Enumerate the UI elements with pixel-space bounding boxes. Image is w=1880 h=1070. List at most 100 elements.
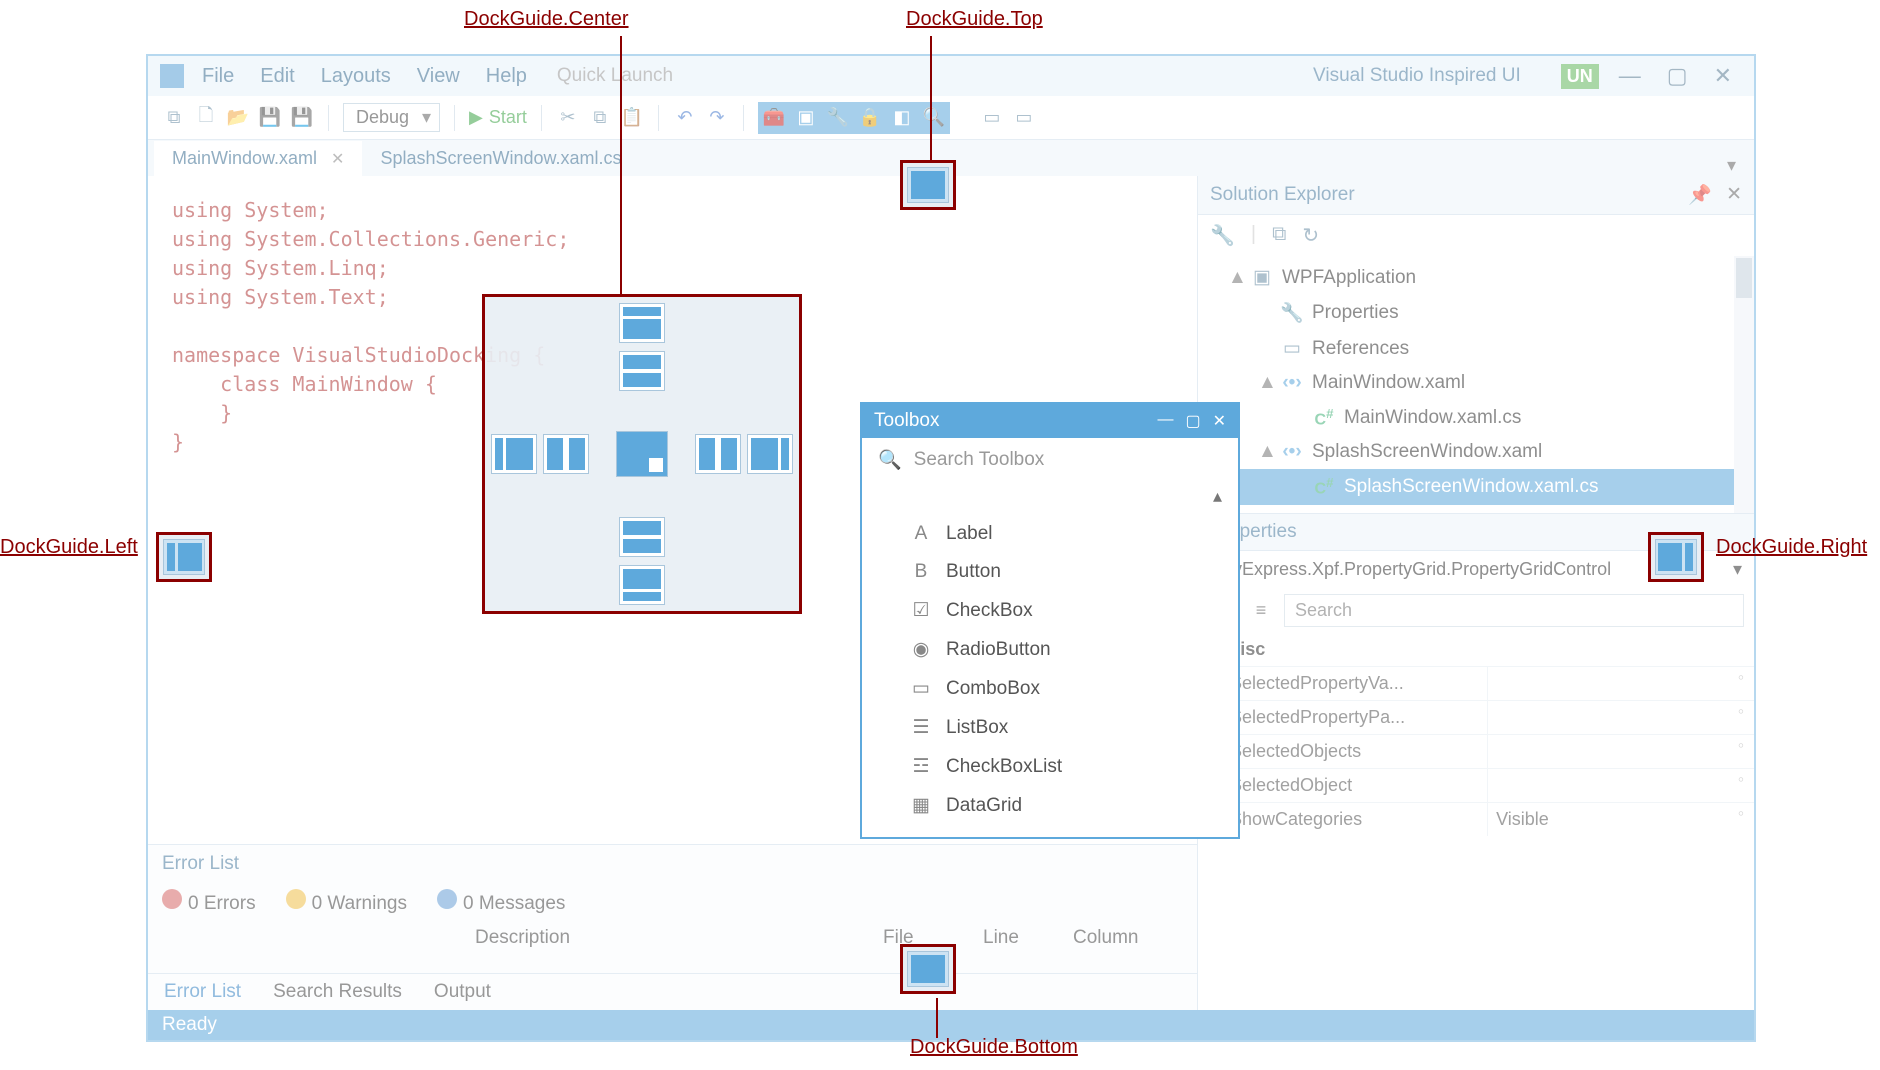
new-file-icon[interactable]: 🗋 <box>194 106 218 130</box>
menu-file[interactable]: File <box>202 65 234 88</box>
property-row[interactable]: ShowCategoriesVisible◦ <box>1198 802 1754 836</box>
type-dropdown-icon[interactable]: ▾ <box>1733 559 1742 580</box>
dock-guide-left[interactable] <box>156 532 212 582</box>
search-toggle-icon[interactable]: 🔍 <box>918 102 950 134</box>
tab-mainwindow[interactable]: MainWindow.xaml ✕ <box>154 141 362 176</box>
property-row[interactable]: SelectedPropertyPa...◦ <box>1198 700 1754 734</box>
paste-icon[interactable]: 📋 <box>620 106 644 130</box>
close-button[interactable]: ✕ <box>1714 63 1732 89</box>
config-combo[interactable]: Debug <box>343 103 440 132</box>
dock-guide-center[interactable] <box>482 294 802 614</box>
minimize-button[interactable]: — <box>1619 63 1641 89</box>
dock-hint-left-inner[interactable] <box>543 434 589 474</box>
property-row[interactable]: SelectedObjects◦ <box>1198 734 1754 768</box>
show-all-icon[interactable]: ⧉ <box>1272 223 1286 248</box>
save-all-icon[interactable]: 💾 <box>290 106 314 130</box>
menu-layouts[interactable]: Layouts <box>321 65 391 88</box>
alpha-view-icon[interactable]: ≡ <box>1246 595 1276 625</box>
dock-hint-bottom-outer[interactable] <box>619 565 665 605</box>
tree-node[interactable]: C#MainWindow.xaml.cs <box>1198 400 1754 435</box>
tree-node[interactable]: ▲▣WPFApplication <box>1198 260 1754 295</box>
toolbox-maximize-icon[interactable]: ▢ <box>1185 411 1200 431</box>
add-item-icon[interactable]: ⧉ <box>162 106 186 130</box>
tab-search-results[interactable]: Search Results <box>257 974 418 1010</box>
dock-hint-right-inner[interactable] <box>695 434 741 474</box>
menu-view[interactable]: View <box>417 65 460 88</box>
quick-launch-input[interactable]: Quick Launch <box>557 65 1313 87</box>
dock-hint-top-outer[interactable] <box>619 303 665 343</box>
tree-node[interactable]: ▭References <box>1198 331 1754 366</box>
toolbox-item[interactable]: ☑CheckBox <box>862 591 1238 630</box>
solution-tree[interactable]: ▲▣WPFApplication🔧Properties▭References▲‹… <box>1198 256 1754 513</box>
save-icon[interactable]: 💾 <box>258 106 282 130</box>
dock-hint-left-outer[interactable] <box>491 434 537 474</box>
dock-guide-right[interactable] <box>1648 532 1704 582</box>
undo-icon[interactable]: ↶ <box>673 106 697 130</box>
pin-icon[interactable]: 📌 <box>1688 183 1712 207</box>
toolbox-close-icon[interactable]: ✕ <box>1213 411 1226 431</box>
refresh-icon[interactable]: ↻ <box>1302 223 1319 248</box>
properties-icon[interactable]: 🔧 <box>1210 223 1235 248</box>
copy-icon[interactable]: ⧉ <box>588 106 612 130</box>
toolbox-toggle-icon[interactable]: 🧰 <box>758 102 790 134</box>
dock-hint-top-inner[interactable] <box>619 351 665 391</box>
solution-explorer-toggle-icon[interactable]: ▣ <box>790 102 822 134</box>
callout-top-label: DockGuide.Top <box>906 8 1043 31</box>
error-columns: Description File Line Column <box>148 921 1197 955</box>
user-badge[interactable]: UN <box>1561 64 1599 89</box>
dock-guide-bottom[interactable] <box>900 944 956 994</box>
search-icon: 🔍 <box>878 448 902 472</box>
tree-node[interactable]: C#SplashScreenWindow.xaml.cs <box>1198 469 1754 504</box>
toolbox-item[interactable]: ALabel <box>862 515 1238 553</box>
dock-hint-bottom-inner[interactable] <box>619 517 665 557</box>
tabs-dropdown-icon[interactable]: ▾ <box>1727 155 1754 176</box>
toolbox-item[interactable]: ▦DataGrid <box>862 786 1238 825</box>
toolbox-item[interactable]: BButton <box>862 553 1238 591</box>
toolbox-item[interactable]: ☲CheckBoxList <box>862 747 1238 786</box>
titlebar: File Edit Layouts View Help Quick Launch… <box>148 56 1754 96</box>
toolbox-item[interactable]: ▭ComboBox <box>862 669 1238 708</box>
lock-toggle-icon[interactable]: 🔒 <box>854 102 886 134</box>
dock-hint-fill[interactable] <box>616 431 668 477</box>
menu-edit[interactable]: Edit <box>260 65 294 88</box>
tab-error-list[interactable]: Error List <box>148 974 257 1010</box>
window-icon-2[interactable]: ▭ <box>1012 106 1036 130</box>
menu-help[interactable]: Help <box>486 65 527 88</box>
messages-filter[interactable]: 0 Messages <box>437 889 565 915</box>
redo-icon[interactable]: ↷ <box>705 106 729 130</box>
tab-close-icon[interactable]: ✕ <box>331 149 344 169</box>
toolbox-title: Toolbox <box>874 410 940 432</box>
tab-output[interactable]: Output <box>418 974 507 1010</box>
open-folder-icon[interactable]: 📂 <box>226 106 250 130</box>
maximize-button[interactable]: ▢ <box>1667 63 1688 89</box>
toolbox-item[interactable]: ☰ListBox <box>862 708 1238 747</box>
dock-guide-top[interactable] <box>900 160 956 210</box>
tree-node[interactable]: ▲‹•›SplashScreenWindow.xaml <box>1198 435 1754 469</box>
tree-node[interactable]: ▲‹•›MainWindow.xaml <box>1198 366 1754 400</box>
callout-bottom-label: DockGuide.Bottom <box>910 1036 1078 1059</box>
dock-hint-right-outer[interactable] <box>747 434 793 474</box>
properties-search-input[interactable] <box>1284 594 1744 627</box>
tab-splashscreen[interactable]: SplashScreenWindow.xaml.cs <box>362 141 639 176</box>
close-panel-icon[interactable]: ✕ <box>1726 183 1742 207</box>
errors-filter[interactable]: 0 Errors <box>162 889 256 915</box>
property-row[interactable]: SelectedObject◦ <box>1198 768 1754 802</box>
toolbox-search-input[interactable]: Search Toolbox <box>914 449 1045 471</box>
toolbox-minimize-icon[interactable]: — <box>1157 411 1173 431</box>
property-row[interactable]: SelectedPropertyVa...◦ <box>1198 666 1754 700</box>
record-toggle-icon[interactable]: ◧ <box>886 102 918 134</box>
toolbox-item[interactable]: ◉RadioButton <box>862 630 1238 669</box>
tree-node[interactable]: 🔧Properties <box>1198 295 1754 331</box>
start-button[interactable]: Start <box>469 107 527 128</box>
property-category[interactable]: Misc <box>1198 633 1754 666</box>
properties-panel: Properties DevExpress.Xpf.PropertyGrid.P… <box>1198 513 1754 1010</box>
menubar: File Edit Layouts View Help <box>196 65 527 88</box>
toolbox-window[interactable]: Toolbox — ▢ ✕ 🔍 Search Toolbox ▴ ALabelB… <box>860 402 1240 839</box>
properties-toggle-icon[interactable]: 🔧 <box>822 102 854 134</box>
warnings-filter[interactable]: 0 Warnings <box>286 889 407 915</box>
main-toolbar: ⧉ 🗋 📂 💾 💾 Debug Start ✂ ⧉ 📋 ↶ ↷ 🧰 ▣ 🔧 🔒 … <box>148 96 1754 140</box>
cut-icon[interactable]: ✂ <box>556 106 580 130</box>
window-icon-1[interactable]: ▭ <box>980 106 1004 130</box>
callout-line <box>620 36 622 296</box>
collapse-icon[interactable]: ▴ <box>1213 486 1222 507</box>
